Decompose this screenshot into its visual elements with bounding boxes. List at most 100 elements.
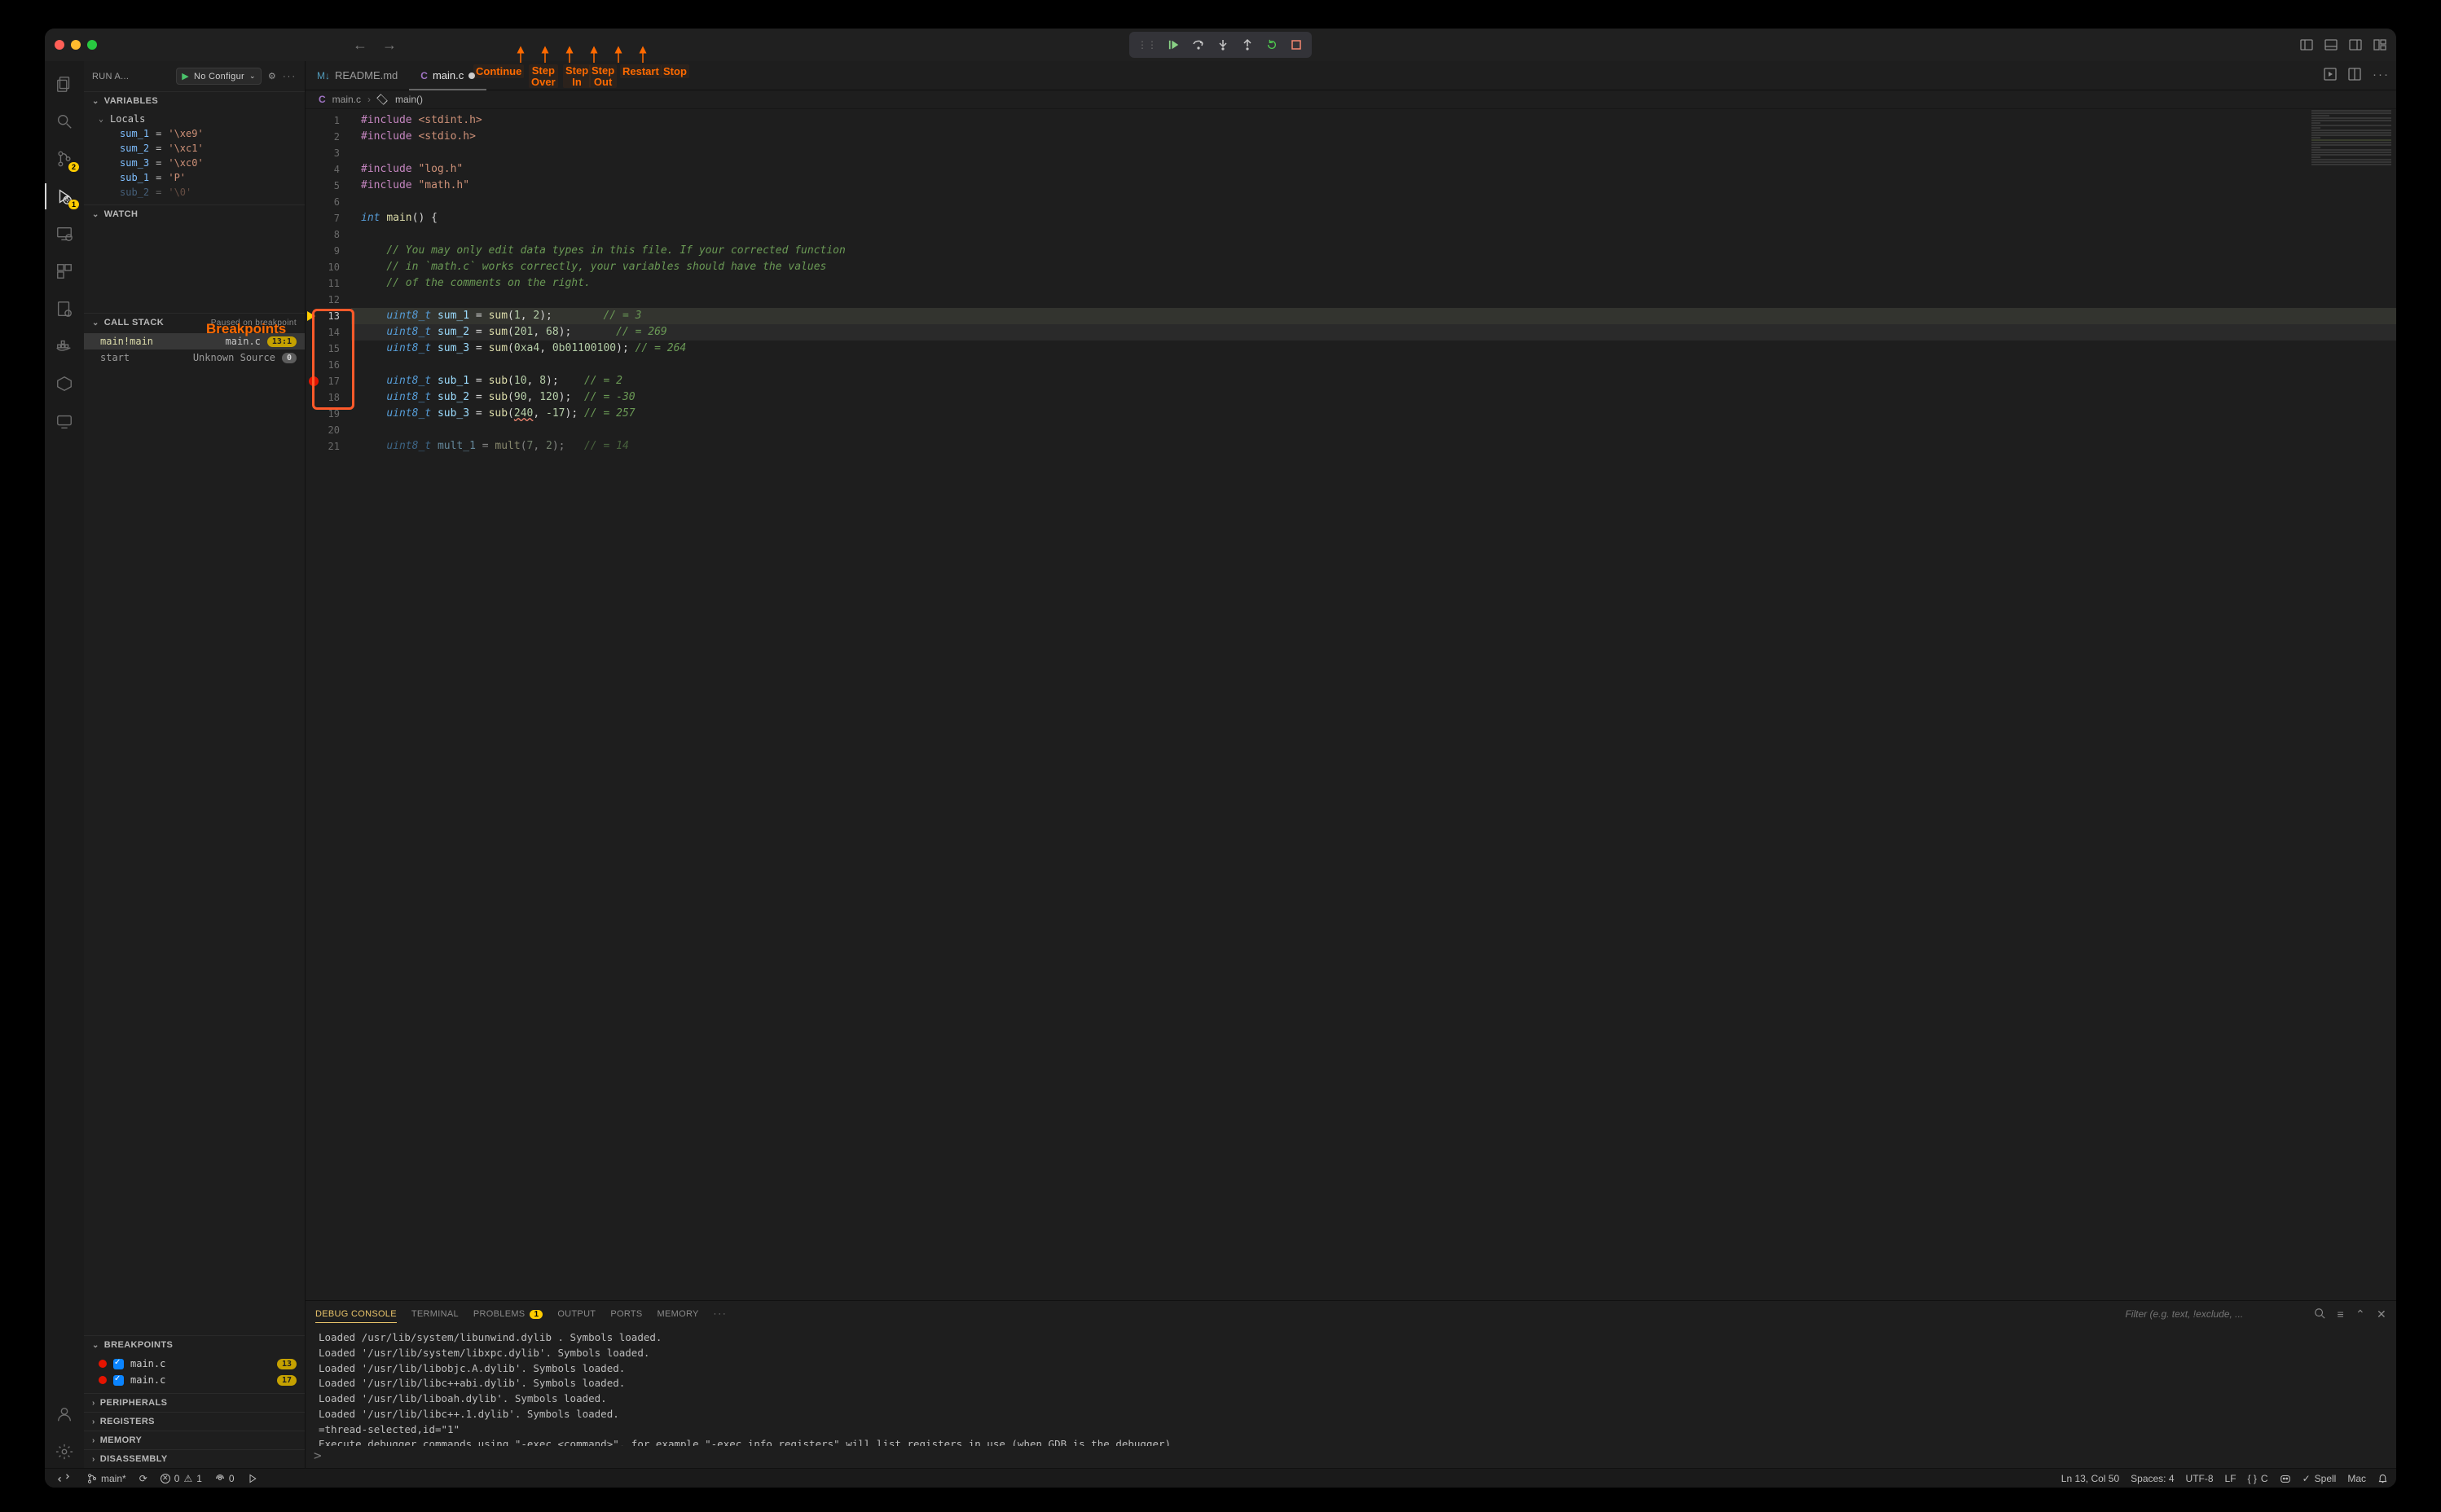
titlebar: ← → ⋮⋮ xyxy=(45,29,2396,61)
var-row[interactable]: sum_3 = '\xc0' xyxy=(84,156,305,170)
activity-explorer[interactable] xyxy=(45,68,84,100)
line-number: 18 xyxy=(306,389,351,406)
activity-item-7[interactable] xyxy=(45,367,84,400)
layout-toggle-panel-icon[interactable] xyxy=(2324,39,2338,51)
panel-maximize-icon[interactable]: ⌃ xyxy=(2355,1308,2365,1321)
nav-back-button[interactable]: ← xyxy=(353,37,367,54)
line-number: 14 xyxy=(306,324,351,341)
minimize-window-button[interactable] xyxy=(71,40,81,50)
layout-toggle-sidebar-icon[interactable] xyxy=(2300,39,2313,51)
zoom-window-button[interactable] xyxy=(87,40,97,50)
peripherals-header[interactable]: ›PERIPHERALS xyxy=(84,1394,305,1412)
variables-header[interactable]: ⌄VARIABLES xyxy=(84,92,305,110)
breakpoint-row[interactable]: main.c 13 xyxy=(84,1356,305,1372)
line-number: 10 xyxy=(306,259,351,275)
scope-locals[interactable]: ⌄Locals xyxy=(84,112,305,126)
more-icon[interactable]: ··· xyxy=(283,72,297,81)
sb-ports[interactable]: 0 xyxy=(215,1473,235,1484)
panel-tab-memory[interactable]: MEMORY xyxy=(658,1309,699,1319)
gutter[interactable]: 1 2 3 4 5 6 7 8 9 10 11 12 13 14 15 16 1 xyxy=(306,109,351,1300)
sb-branch[interactable]: main* xyxy=(87,1473,126,1484)
code-editor[interactable]: #include <stdint.h> #include <stdio.h> #… xyxy=(351,109,2396,1300)
breakpoint-checkbox[interactable] xyxy=(113,1375,124,1386)
restart-button[interactable] xyxy=(1261,35,1282,55)
sidebar-run-debug: RUN A... ▶ No Configur ⌄ ⚙ ··· ⌄VARIABLE… xyxy=(84,61,306,1468)
activity-item-8[interactable] xyxy=(45,405,84,437)
var-row[interactable]: sub_2 = '\0' xyxy=(84,185,305,200)
debug-console-input[interactable]: > xyxy=(306,1446,2396,1468)
close-window-button[interactable] xyxy=(55,40,64,50)
panel-tab-terminal[interactable]: TERMINAL xyxy=(411,1309,459,1319)
sb-lncol[interactable]: Ln 13, Col 50 xyxy=(2061,1473,2119,1484)
sb-spaces[interactable]: Spaces: 4 xyxy=(2131,1473,2174,1484)
memory-header[interactable]: ›MEMORY xyxy=(84,1431,305,1449)
line-number: 4 xyxy=(306,161,351,178)
panel-tab-debug-console[interactable]: DEBUG CONSOLE xyxy=(315,1309,397,1323)
line-number: 13 xyxy=(306,308,351,324)
activity-tools[interactable] xyxy=(45,292,84,325)
line-number: 11 xyxy=(306,275,351,292)
var-row[interactable]: sum_2 = '\xc1' xyxy=(84,141,305,156)
stack-frame[interactable]: start Unknown Source 0 xyxy=(84,349,305,366)
editor-area: M↓README.md Cmain.c ··· C main.c › main(… xyxy=(306,61,2396,1468)
more-actions-icon[interactable]: ··· xyxy=(2373,68,2390,84)
step-out-button[interactable] xyxy=(1237,35,1258,55)
breadcrumb[interactable]: C main.c › main() xyxy=(306,90,2396,109)
layout-toggle-right-icon[interactable] xyxy=(2349,39,2362,51)
var-row[interactable]: sub_1 = 'P' xyxy=(84,170,305,185)
nav-forward-button[interactable]: → xyxy=(382,37,397,54)
breakpoints-header[interactable]: ⌄BREAKPOINTS xyxy=(84,1336,305,1354)
panel-tab-ports[interactable]: PORTS xyxy=(610,1309,642,1319)
panel-close-icon[interactable]: ✕ xyxy=(2377,1308,2386,1321)
sb-errors[interactable]: ✕0 ⚠1 xyxy=(161,1473,202,1484)
search-icon[interactable] xyxy=(2314,1308,2325,1321)
disassembly-header[interactable]: ›DISASSEMBLY xyxy=(84,1450,305,1468)
var-row[interactable]: sum_1 = '\xe9' xyxy=(84,126,305,141)
breakpoint-checkbox[interactable] xyxy=(113,1359,124,1369)
anno-breakpoints-label: Breakpoints xyxy=(204,320,288,338)
sb-copilot[interactable] xyxy=(2280,1473,2291,1484)
anno-stop: Stop xyxy=(661,64,689,78)
sb-bell[interactable] xyxy=(2377,1473,2388,1483)
nav-arrows: ← → xyxy=(353,37,397,54)
anno-step-out: StepOut xyxy=(589,64,617,88)
sb-sync[interactable]: ⟳ xyxy=(139,1473,147,1484)
activity-debug[interactable]: 1 xyxy=(45,180,84,213)
sb-eol[interactable]: LF xyxy=(2225,1473,2236,1484)
gear-icon[interactable]: ⚙ xyxy=(268,71,276,81)
activity-search[interactable] xyxy=(45,105,84,138)
watch-header[interactable]: ⌄WATCH xyxy=(84,205,305,223)
debug-console-output[interactable]: Loaded /usr/lib/system/libunwind.dylib .… xyxy=(306,1327,2396,1446)
sb-lang[interactable]: { } C xyxy=(2248,1473,2268,1484)
sb-debug-launch[interactable] xyxy=(248,1474,257,1483)
activity-extensions[interactable] xyxy=(45,255,84,288)
debug-toolbar-grip[interactable]: ⋮⋮ xyxy=(1134,39,1160,51)
activity-docker[interactable] xyxy=(45,330,84,363)
activity-settings[interactable] xyxy=(45,1435,84,1468)
run-debug-icon[interactable] xyxy=(2324,68,2337,84)
registers-header[interactable]: ›REGISTERS xyxy=(84,1413,305,1431)
stop-button[interactable] xyxy=(1286,35,1307,55)
panel-tab-output[interactable]: OUTPUT xyxy=(557,1309,596,1319)
step-over-button[interactable] xyxy=(1188,35,1209,55)
split-editor-icon[interactable] xyxy=(2348,68,2361,84)
sb-os[interactable]: Mac xyxy=(2347,1473,2366,1484)
continue-button[interactable] xyxy=(1163,35,1185,55)
tab-readme[interactable]: M↓README.md xyxy=(306,61,409,90)
panel-tab-problems[interactable]: PROBLEMS1 xyxy=(473,1309,543,1319)
debug-config-select[interactable]: ▶ No Configur ⌄ xyxy=(176,68,262,85)
activity-accounts[interactable] xyxy=(45,1398,84,1431)
breakpoint-icon[interactable] xyxy=(309,376,319,386)
breakpoint-row[interactable]: main.c 17 xyxy=(84,1372,305,1388)
remote-indicator[interactable] xyxy=(53,1469,74,1488)
sb-encoding[interactable]: UTF-8 xyxy=(2186,1473,2214,1484)
more-icon[interactable]: ··· xyxy=(714,1309,728,1319)
panel-filter-input[interactable] xyxy=(2125,1308,2288,1320)
activity-source-control[interactable]: 2 xyxy=(45,143,84,175)
layout-customize-icon[interactable] xyxy=(2373,39,2386,51)
sb-spell[interactable]: ✓ Spell xyxy=(2302,1473,2337,1484)
clear-icon[interactable]: ≡ xyxy=(2337,1308,2343,1321)
activity-remote-explorer[interactable] xyxy=(45,218,84,250)
anno-step-in: StepIn xyxy=(563,64,591,88)
step-into-button[interactable] xyxy=(1212,35,1234,55)
